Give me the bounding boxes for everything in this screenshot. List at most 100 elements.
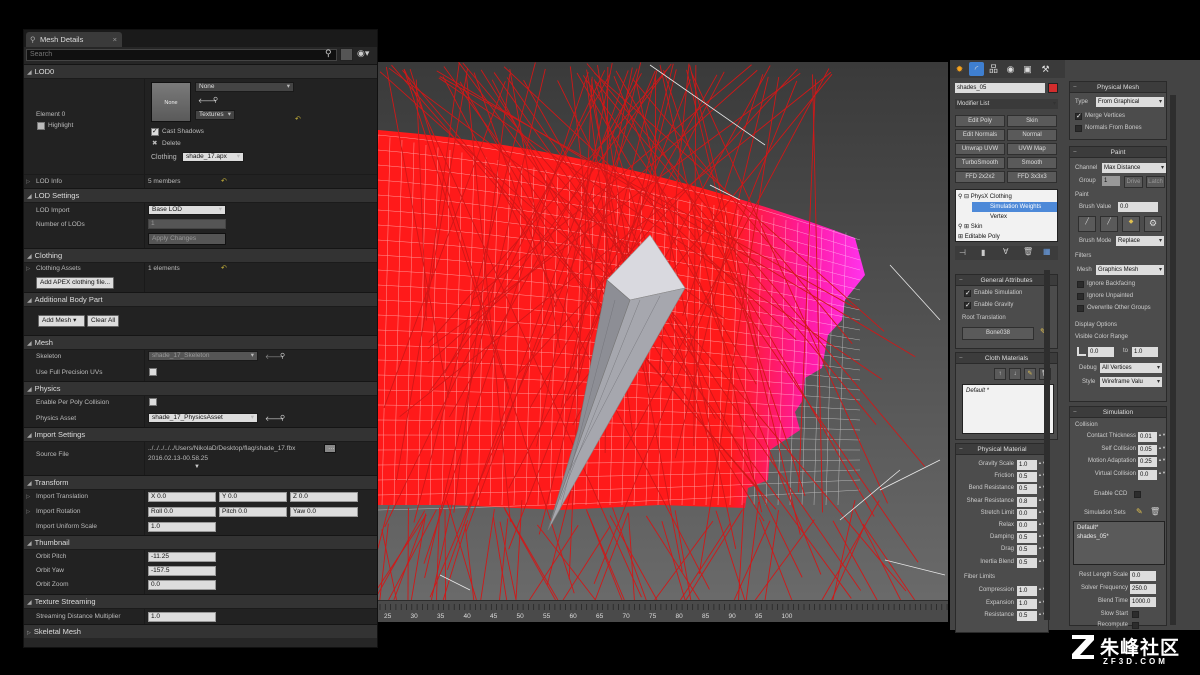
stack-item-vertex[interactable]: Vertex <box>972 212 1007 222</box>
modifier-button[interactable]: FFD 2x2x2 <box>955 171 1005 183</box>
paint-header[interactable]: Paint <box>1070 147 1166 158</box>
clothing-dropdown[interactable]: shade_17.apx <box>182 152 244 162</box>
simulation-set-item[interactable]: shades_05* <box>1077 534 1109 540</box>
edit-set-icon[interactable]: ✎ <box>1136 507 1143 516</box>
simulation-header[interactable]: Simulation <box>1070 407 1166 418</box>
configure-sets-icon[interactable]: ▦ <box>1043 247 1051 256</box>
physical-material-field[interactable]: 0.5 <box>1017 484 1037 495</box>
modifier-button[interactable]: Smooth <box>1007 157 1057 169</box>
physical-material-field[interactable]: 0.0 <box>1017 508 1037 519</box>
spinner-arrows-icon[interactable]: ▲▼ <box>1038 484 1046 494</box>
skeleton-dropdown[interactable]: shade_17_Skeleton <box>148 351 258 361</box>
search-icon[interactable]: ⚲ <box>325 48 332 59</box>
simulation-set-item[interactable]: Default* <box>1077 525 1098 531</box>
normals-from-bones-checkbox[interactable] <box>1075 125 1082 132</box>
physical-material-field[interactable]: 0.5 <box>1017 472 1037 483</box>
cloth-materials-list[interactable]: Default * <box>962 384 1054 434</box>
stack-item-editable-poly[interactable]: ⊞ Editable Poly <box>958 232 1000 242</box>
lod-import-dropdown[interactable]: Base LOD <box>148 205 226 215</box>
make-unique-icon[interactable]: ∀ <box>1003 247 1008 256</box>
spinner-arrows-icon[interactable]: ▲▼ <box>1038 558 1046 568</box>
apply-changes-button[interactable]: Apply Changes <box>148 233 226 245</box>
enable-ccd-checkbox[interactable] <box>1134 491 1141 498</box>
reset-arrow-icon[interactable]: ↶ <box>295 115 301 123</box>
range-max-field[interactable]: 1.0 <box>1132 347 1158 357</box>
paint-settings-gear-icon[interactable]: ⚙ <box>1144 216 1162 232</box>
rotation-yaw-field[interactable]: Yaw 0.0 <box>290 507 358 517</box>
modifier-button[interactable]: Edit Poly <box>955 115 1005 127</box>
delete-set-trash-icon[interactable]: 🗑 <box>1150 507 1160 516</box>
spinner-arrows-icon[interactable]: ▲▼ <box>1038 599 1046 609</box>
collision-field[interactable]: 0.0 <box>1138 469 1157 480</box>
display-tab-icon[interactable]: ▣ <box>1020 62 1035 76</box>
modifier-button[interactable]: Edit Normals <box>955 129 1005 141</box>
search-icon[interactable]: ⚲ <box>213 96 218 104</box>
modifier-button[interactable]: Normal <box>1007 129 1057 141</box>
fiber-limit-field[interactable]: 1.0 <box>1017 586 1037 596</box>
physical-material-field[interactable]: 1.0 <box>1017 460 1037 470</box>
left-column-scrollbar[interactable] <box>1044 270 1050 620</box>
section-mesh[interactable]: ◢ Mesh <box>24 335 377 349</box>
drive-button[interactable]: Drive <box>1124 176 1143 188</box>
highlight-checkbox[interactable] <box>37 122 45 130</box>
merge-vertices-checkbox[interactable] <box>1075 112 1082 120</box>
translation-x-field[interactable]: X 0.0 <box>148 492 216 502</box>
uniform-scale-field[interactable]: 1.0 <box>148 522 216 532</box>
spinner-arrows-icon[interactable]: ▲▼ <box>1158 445 1166 455</box>
spinner-arrows-icon[interactable]: ▲▼ <box>1158 470 1166 480</box>
expand-arrow-icon[interactable]: ▼ <box>194 464 200 470</box>
section-additional-body-part[interactable]: ◢ Additional Body Part <box>24 292 377 306</box>
solver-frequency-field[interactable]: 250.0 <box>1130 584 1156 594</box>
hierarchy-tab-icon[interactable]: 品 <box>986 62 1001 76</box>
search-icon[interactable]: ⚲ <box>280 414 285 422</box>
brush-mode-dropdown[interactable]: Replace <box>1116 236 1164 246</box>
modifier-button[interactable]: FFD 3x3x3 <box>1007 171 1057 183</box>
reset-arrow-icon[interactable]: ↶ <box>221 264 227 272</box>
lod-info-row[interactable]: LOD Info 5 members ↶ <box>24 174 377 188</box>
spinner-arrows-icon[interactable]: ▲▼ <box>1038 545 1046 555</box>
physical-material-header[interactable]: Physical Material <box>956 444 1048 455</box>
reset-arrow-icon[interactable]: ↶ <box>221 177 227 185</box>
utilities-tab-hammer-icon[interactable]: ⚒ <box>1038 62 1053 76</box>
stack-item-physx[interactable]: ⚲ ⊟ PhysX Clothing <box>958 192 1012 202</box>
section-lod0[interactable]: ◢ LOD0 <box>24 64 377 78</box>
physical-material-field[interactable]: 0.5 <box>1017 545 1037 556</box>
show-end-result-icon[interactable]: ▮ <box>981 248 985 257</box>
enable-simulation-checkbox[interactable] <box>964 289 971 297</box>
motion-tab-icon[interactable]: ◉ <box>1003 62 1018 76</box>
mesh-type-dropdown[interactable]: From Graphical <box>1096 97 1164 107</box>
overwrite-groups-checkbox[interactable] <box>1077 305 1084 312</box>
view-options-eye-icon[interactable]: ◉▾ <box>357 48 369 59</box>
translation-z-field[interactable]: Z 0.0 <box>290 492 358 502</box>
spinner-arrows-icon[interactable]: ▲▼ <box>1158 432 1166 442</box>
collision-field[interactable]: 0.25 <box>1138 457 1157 467</box>
spinner-arrows-icon[interactable]: ▲▼ <box>1038 497 1046 507</box>
section-physics[interactable]: ◢ Physics <box>24 381 377 395</box>
orbit-zoom-field[interactable]: 0.0 <box>148 580 216 590</box>
modifier-button[interactable]: UVW Map <box>1007 143 1057 155</box>
section-texture-streaming[interactable]: ◢ Texture Streaming <box>24 594 377 608</box>
spinner-arrows-icon[interactable]: ▲▼ <box>1038 533 1046 543</box>
physical-material-field[interactable]: 0.5 <box>1017 557 1037 568</box>
rotation-roll-field[interactable]: Roll 0.0 <box>148 507 216 517</box>
physical-material-field[interactable]: 0.8 <box>1017 496 1037 507</box>
slow-start-checkbox[interactable] <box>1132 611 1139 618</box>
spinner-arrows-icon[interactable]: ▲▼ <box>1038 460 1046 470</box>
style-dropdown[interactable]: Wireframe Valu <box>1100 377 1162 387</box>
per-poly-collision-checkbox[interactable] <box>149 398 157 406</box>
modifier-stack[interactable]: ⚲ ⊟ PhysX Clothing Simulation Weights Ve… <box>955 189 1058 242</box>
ignore-backfacing-checkbox[interactable] <box>1077 281 1084 288</box>
section-transform[interactable]: ◢ Transform <box>24 475 377 489</box>
brush-value-field[interactable]: 0.0 <box>1118 202 1158 212</box>
range-min-field[interactable]: 0.0 <box>1088 347 1114 357</box>
move-up-arrow-icon[interactable]: ↑ <box>994 368 1006 380</box>
material-dropdown[interactable]: None <box>195 82 294 92</box>
cloth-materials-header[interactable]: Cloth Materials <box>956 353 1057 364</box>
pin-stack-icon[interactable]: ⊣ <box>959 248 966 257</box>
add-apex-clothing-button[interactable]: Add APEX clothing file... <box>36 277 115 289</box>
root-bone-button[interactable]: Bone038 <box>962 327 1034 340</box>
translation-y-field[interactable]: Y 0.0 <box>219 492 287 502</box>
clear-all-button[interactable]: Clear All <box>87 315 120 327</box>
stack-item-simulation-weights[interactable]: Simulation Weights <box>972 202 1057 212</box>
spinner-arrows-icon[interactable]: ▲▼ <box>1038 521 1046 531</box>
